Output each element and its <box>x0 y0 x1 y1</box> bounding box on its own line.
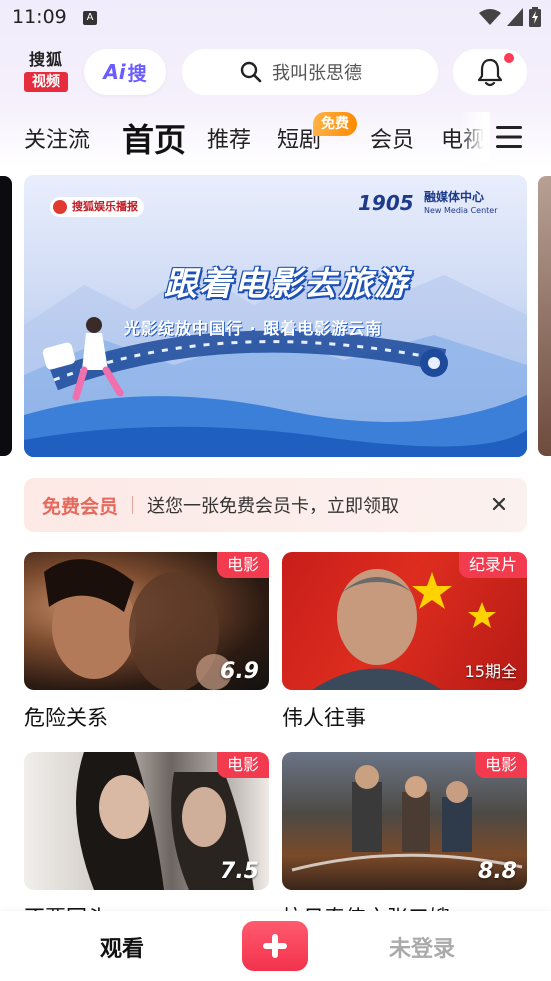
score-label: 7.5 <box>220 859 259 884</box>
tab-vip[interactable]: 会员 <box>370 122 414 154</box>
video-thumbnail[interactable]: 纪录片 15期全 <box>282 552 527 690</box>
bottom-nav: 观看 未登录 <box>0 911 551 981</box>
logo-top-text: 搜狐 <box>28 50 63 69</box>
app-logo[interactable]: 搜狐 视频 <box>24 50 68 94</box>
tab-follow[interactable]: 关注流 <box>24 122 90 154</box>
free-badge: 免费 <box>313 112 357 136</box>
promo-text: 送您一张免费会员卡，立即领取 <box>147 496 400 517</box>
sohu-ent-badge: 搜狐娱乐播报 <box>50 197 144 217</box>
promo-divider <box>132 496 134 514</box>
banner-next-peek[interactable] <box>538 176 551 456</box>
ai-search-label: 搜 <box>127 62 147 85</box>
video-thumbnail[interactable]: 电影 7.5 <box>24 752 269 890</box>
plus-icon <box>263 934 287 958</box>
nav-login[interactable]: 未登录 <box>389 931 455 963</box>
ai-icon: Ai <box>103 60 126 84</box>
ai-search-button[interactable]: Ai 搜 <box>84 49 166 95</box>
media-center-name: 融媒体中心 <box>424 190 485 204</box>
promo-tag: 免费会员 <box>42 495 119 518</box>
category-badge: 电影 <box>216 552 269 578</box>
hero-banner[interactable]: 搜狐娱乐播报 1905 融媒体中心 New Media Center 跟着电影去… <box>24 175 527 457</box>
search-icon <box>240 61 262 83</box>
tab-recommend[interactable]: 推荐 <box>207 122 251 154</box>
close-icon[interactable] <box>489 494 509 514</box>
media-center-logo: 融媒体中心 New Media Center <box>424 191 498 217</box>
free-vip-promo[interactable]: 免费会员 送您一张免费会员卡，立即领取 <box>24 478 527 532</box>
video-thumbnail[interactable]: 电影 8.8 <box>282 752 527 890</box>
nav-watch[interactable]: 观看 <box>100 931 144 963</box>
banner-prev-peek[interactable] <box>0 176 12 456</box>
battery-icon <box>529 7 541 27</box>
search-input[interactable]: 我叫张思德 <box>182 49 438 95</box>
score-label: 8.8 <box>478 859 517 884</box>
status-time: 11:09 <box>12 6 67 28</box>
video-thumbnail[interactable]: 电影 6.9 <box>24 552 269 690</box>
video-title[interactable]: 伟人往事 <box>282 702 366 732</box>
logo-1905: 1905 <box>358 191 414 215</box>
notification-button[interactable] <box>453 49 527 95</box>
upload-button[interactable] <box>242 921 308 971</box>
banner-title: 跟着电影去旅游 <box>164 264 409 303</box>
notification-icon: A <box>83 11 97 25</box>
category-badge: 电影 <box>474 752 527 778</box>
wifi-icon <box>479 9 501 25</box>
score-label: 6.9 <box>220 659 259 684</box>
category-badge: 纪录片 <box>458 552 527 578</box>
status-icons <box>479 7 541 27</box>
tabs-fade <box>460 112 490 162</box>
search-placeholder: 我叫张思德 <box>272 63 362 84</box>
video-title[interactable]: 危险关系 <box>24 702 108 732</box>
status-bar: 11:09 A <box>0 0 551 38</box>
media-center-sub: New Media Center <box>424 206 498 215</box>
notification-dot <box>504 53 514 63</box>
logo-bottom-text: 视频 <box>24 72 68 92</box>
signal-icon <box>507 8 523 26</box>
tab-home[interactable]: 首页 <box>122 115 186 161</box>
bell-icon <box>477 58 503 87</box>
menu-icon[interactable] <box>494 124 524 150</box>
category-badge: 电影 <box>216 752 269 778</box>
episodes-label: 15期全 <box>464 662 517 681</box>
banner-subtitle: 光影绽放中国行 · 跟着电影游云南 <box>124 319 383 338</box>
